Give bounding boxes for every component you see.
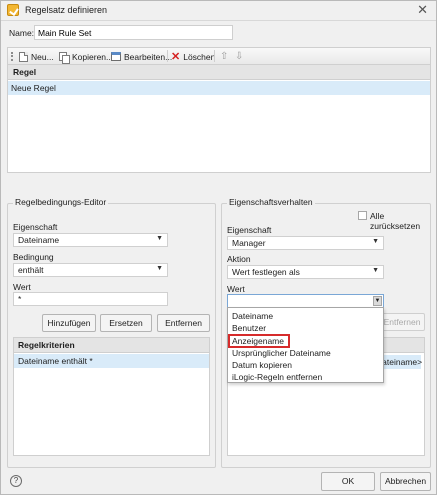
criteria-row[interactable]: Dateiname enthält * — [14, 354, 209, 368]
action-label: Aktion — [227, 254, 251, 264]
add-button[interactable]: Hinzufügen — [42, 314, 96, 332]
ok-button[interactable]: OK — [321, 472, 375, 491]
replace-button[interactable]: Ersetzen — [100, 314, 152, 332]
action-select-value: Wert festlegen als — [232, 267, 300, 277]
criteria-list: Regelkriterien Dateiname enthält * — [13, 337, 210, 456]
edit-label: Bearbeiten... — [124, 51, 173, 62]
edit-icon — [111, 52, 121, 61]
action-select[interactable]: Wert festlegen als ▼ — [227, 265, 384, 279]
behavior-property-label: Eigenschaft — [227, 225, 272, 235]
behavior-property-select[interactable]: Manager ▼ — [227, 236, 384, 250]
toolbar-separator — [214, 50, 215, 62]
value-input[interactable]: * — [13, 292, 168, 306]
value-label: Wert — [13, 282, 31, 292]
chevron-down-icon: ▼ — [156, 235, 163, 242]
chevron-down-icon: ▼ — [156, 265, 163, 272]
edit-button[interactable]: Bearbeiten... — [111, 50, 172, 63]
rule-list-header: Regel — [8, 65, 430, 80]
new-document-icon — [19, 51, 28, 62]
rule-set-dialog: Regelsatz definieren ✕ Name: Neu... Kopi… — [0, 0, 437, 495]
move-down-arrow-icon[interactable]: ⇩ — [235, 50, 243, 63]
reset-all-label: Alle zurücksetzen — [370, 211, 421, 231]
property-select-value: Dateiname — [18, 235, 60, 245]
chevron-down-icon[interactable]: ▼ — [373, 296, 382, 306]
condition-select-value: enthält — [18, 265, 44, 275]
behavior-value-select[interactable]: ▼ — [227, 294, 384, 308]
property-label: Eigenschaft — [13, 222, 58, 232]
toolbar: Neu... Kopieren... Bearbeiten... ✕ Lösch… — [7, 47, 431, 64]
copy-label: Kopieren... — [72, 51, 114, 62]
condition-select[interactable]: enthält ▼ — [13, 263, 168, 277]
window-title: Regelsatz definieren — [25, 5, 108, 15]
delete-label: Löschen — [183, 51, 216, 62]
copy-button[interactable]: Kopieren... — [59, 50, 114, 64]
new-button[interactable]: Neu... — [19, 50, 54, 63]
title-bar: Regelsatz definieren ✕ — [1, 1, 436, 21]
cancel-button[interactable]: Abbrechen — [380, 472, 431, 491]
delete-x-icon: ✕ — [171, 50, 181, 63]
name-label: Name: — [9, 28, 35, 38]
condition-label: Bedingung — [13, 252, 54, 262]
behavior-remove-button[interactable]: Entfernen — [379, 313, 425, 331]
value-dropdown-list: Dateiname Benutzer Anzeigename Ursprüngl… — [227, 307, 384, 383]
dropdown-option[interactable]: Ursprünglicher Dateiname — [229, 347, 382, 359]
property-behavior-label: Eigenschaftsverhalten — [227, 197, 315, 207]
dropdown-option[interactable]: Benutzer — [229, 322, 382, 334]
property-select[interactable]: Dateiname ▼ — [13, 233, 168, 247]
move-up-arrow-icon[interactable]: ⇧ — [220, 50, 228, 63]
rule-list: Regel Neue Regel — [7, 64, 431, 173]
close-icon[interactable]: ✕ — [417, 3, 428, 17]
behavior-property-value: Manager — [232, 238, 266, 248]
dropdown-option[interactable]: iLogic-Regeln entfernen — [229, 371, 382, 383]
app-icon — [7, 4, 19, 16]
name-input[interactable] — [34, 25, 233, 40]
reset-all-checkbox[interactable] — [358, 211, 367, 220]
dropdown-option[interactable]: Datum kopieren — [229, 359, 382, 371]
condition-editor-label: Regelbedingungs-Editor — [13, 197, 109, 207]
dropdown-option[interactable]: Dateiname — [229, 310, 382, 322]
criteria-header: Regelkriterien — [14, 338, 209, 353]
toolbar-separator — [167, 50, 168, 62]
chevron-down-icon: ▼ — [372, 267, 379, 274]
delete-button[interactable]: ✕ Löschen — [171, 50, 215, 63]
toolbar-grip-icon — [11, 52, 13, 61]
remove-button[interactable]: Entfernen — [157, 314, 210, 332]
chevron-down-icon: ▼ — [372, 238, 379, 245]
new-label: Neu... — [31, 51, 54, 62]
copy-icon — [59, 51, 70, 64]
highlight-box — [228, 334, 290, 348]
rule-row[interactable]: Neue Regel — [8, 81, 430, 95]
help-icon[interactable]: ? — [10, 475, 22, 487]
behavior-value-label: Wert — [227, 284, 245, 294]
